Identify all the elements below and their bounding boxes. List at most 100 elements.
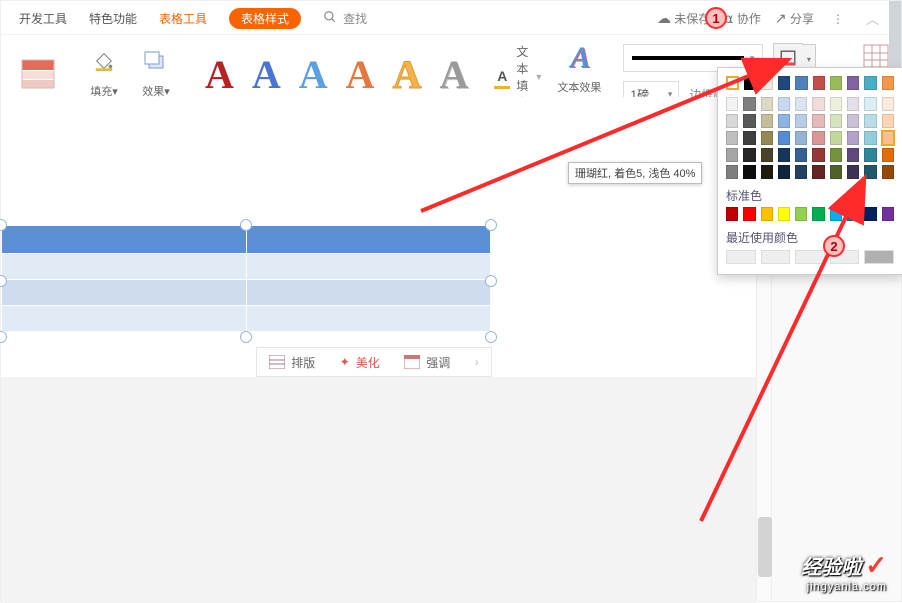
color-swatch[interactable] <box>726 114 738 128</box>
color-swatch[interactable] <box>778 165 790 179</box>
color-swatch[interactable] <box>778 148 790 162</box>
color-swatch[interactable] <box>761 97 773 111</box>
color-swatch[interactable] <box>743 207 755 221</box>
color-swatch[interactable] <box>726 76 739 90</box>
color-swatch[interactable] <box>726 165 738 179</box>
collab-button[interactable]: ⍺ 协作 <box>724 10 761 27</box>
resize-handle[interactable] <box>240 219 252 231</box>
color-swatch[interactable] <box>847 165 859 179</box>
color-swatch[interactable] <box>726 97 738 111</box>
color-swatch[interactable] <box>761 207 773 221</box>
resize-handle[interactable] <box>485 219 497 231</box>
color-swatch[interactable] <box>743 114 755 128</box>
color-swatch[interactable] <box>830 97 842 111</box>
chevron-right-icon[interactable]: › <box>475 355 479 369</box>
color-swatch[interactable] <box>830 207 842 221</box>
color-swatch[interactable] <box>847 76 859 90</box>
color-swatch[interactable] <box>882 165 894 179</box>
cloud-unsaved[interactable]: ☁ 未保存 <box>657 10 710 27</box>
wordart-preset-1[interactable]: A <box>199 51 240 98</box>
tab-dev[interactable]: 开发工具 <box>19 10 67 27</box>
color-swatch[interactable] <box>743 97 755 111</box>
tab-special[interactable]: 特色功能 <box>89 10 137 27</box>
color-swatch[interactable] <box>778 131 790 145</box>
color-swatch[interactable] <box>864 207 876 221</box>
wordart-preset-5[interactable]: A <box>387 51 428 98</box>
color-swatch[interactable] <box>830 76 842 90</box>
color-swatch[interactable] <box>795 131 807 145</box>
color-swatch[interactable] <box>864 114 876 128</box>
color-swatch[interactable] <box>795 114 807 128</box>
color-swatch[interactable] <box>761 114 773 128</box>
recent-color-swatch[interactable] <box>864 250 894 264</box>
color-swatch[interactable] <box>882 131 894 145</box>
table-style-preset[interactable] <box>15 59 61 89</box>
wordart-preset-3[interactable]: A <box>293 51 334 98</box>
color-swatch[interactable] <box>813 76 825 90</box>
wordart-gallery[interactable]: A A A A A A <box>193 43 480 105</box>
color-swatch[interactable] <box>726 131 738 145</box>
wordart-preset-2[interactable]: A <box>246 51 287 98</box>
recent-color-swatch[interactable] <box>726 250 756 264</box>
color-swatch[interactable] <box>812 114 824 128</box>
recent-color-swatch[interactable] <box>795 250 825 264</box>
color-swatch[interactable] <box>778 114 790 128</box>
color-swatch[interactable] <box>743 165 755 179</box>
tab-table-style[interactable]: 表格样式 <box>229 8 301 29</box>
color-swatch[interactable] <box>864 97 876 111</box>
color-swatch[interactable] <box>864 131 876 145</box>
color-swatch[interactable] <box>726 207 738 221</box>
color-swatch[interactable] <box>778 97 790 111</box>
color-swatch[interactable] <box>864 76 876 90</box>
color-swatch[interactable] <box>882 114 894 128</box>
color-swatch[interactable] <box>830 131 842 145</box>
color-swatch[interactable] <box>812 165 824 179</box>
color-swatch[interactable] <box>847 207 859 221</box>
tab-table-tools[interactable]: 表格工具 <box>159 10 207 27</box>
color-swatch[interactable] <box>847 114 859 128</box>
mini-layout-button[interactable]: 排版 <box>269 354 315 371</box>
color-swatch[interactable] <box>795 148 807 162</box>
color-swatch[interactable] <box>864 148 876 162</box>
color-swatch[interactable] <box>830 148 842 162</box>
more-menu[interactable]: ⋮ <box>828 12 848 26</box>
color-swatch[interactable] <box>847 148 859 162</box>
color-swatch[interactable] <box>778 76 790 90</box>
search-button[interactable]: 查找 <box>323 10 367 27</box>
color-swatch[interactable] <box>761 148 773 162</box>
mini-emphasis-button[interactable]: 强调 <box>404 354 450 371</box>
color-swatch[interactable] <box>795 165 807 179</box>
color-swatch[interactable] <box>795 207 807 221</box>
color-swatch[interactable] <box>795 76 807 90</box>
color-swatch[interactable] <box>812 207 824 221</box>
color-swatch[interactable] <box>830 165 842 179</box>
color-swatch[interactable] <box>882 148 894 162</box>
resize-handle[interactable] <box>485 275 497 287</box>
color-swatch[interactable] <box>812 131 824 145</box>
recent-color-swatch[interactable] <box>761 250 791 264</box>
color-swatch[interactable] <box>812 148 824 162</box>
color-swatch[interactable] <box>761 165 773 179</box>
color-swatch[interactable] <box>882 207 894 221</box>
color-swatch[interactable] <box>761 131 773 145</box>
collapse-ribbon[interactable]: ︿ <box>862 7 883 30</box>
mini-beautify-button[interactable]: ✦美化 <box>340 354 380 371</box>
color-swatch[interactable] <box>882 97 894 111</box>
color-swatch[interactable] <box>847 131 859 145</box>
wordart-preset-6[interactable]: A <box>433 51 474 98</box>
color-swatch[interactable] <box>744 76 756 90</box>
resize-handle[interactable] <box>485 331 497 343</box>
fill-button[interactable]: 填充▾ <box>81 50 127 99</box>
color-swatch[interactable] <box>761 76 773 90</box>
share-button[interactable]: ↗ 分享 <box>775 10 814 27</box>
color-swatch[interactable] <box>882 76 894 90</box>
color-swatch[interactable] <box>830 114 842 128</box>
color-swatch[interactable] <box>795 97 807 111</box>
color-swatch[interactable] <box>743 131 755 145</box>
color-swatch[interactable] <box>778 207 790 221</box>
color-swatch[interactable] <box>864 165 876 179</box>
color-swatch[interactable] <box>726 148 738 162</box>
resize-handle[interactable] <box>240 331 252 343</box>
color-swatch[interactable] <box>743 148 755 162</box>
selected-table[interactable] <box>1 225 491 332</box>
